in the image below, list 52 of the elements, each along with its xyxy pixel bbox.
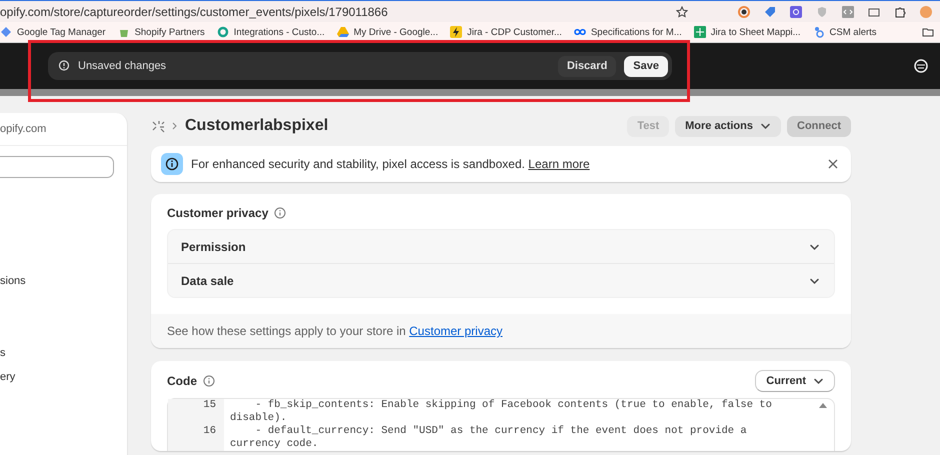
code-editor[interactable]: 15 - fb_skip_contents: Enable skipping of Facebook contents (true to enable, false to disable). 16 - default_currency: Send "USD" as the currency if the event does not provide a currency code. — [167, 398, 835, 451]
bookmark-link[interactable]: Integrations - Custo... — [216, 26, 325, 38]
spreadsheet-icon — [694, 26, 706, 38]
ring-icon — [216, 26, 229, 38]
infinity-icon — [574, 26, 586, 38]
settings-note: See how these settings apply to your store in Customer privacy — [151, 314, 851, 348]
search-field[interactable] — [0, 156, 114, 178]
version-select[interactable]: Current — [755, 370, 835, 392]
discard-button[interactable]: Discard — [558, 56, 616, 76]
puzzle-icon[interactable] — [894, 6, 906, 18]
bookmark-link[interactable]: My Drive - Google... — [336, 26, 438, 38]
code-line: - fb_skip_contents: Enable skipping of Facebook contents (true to enable, false to disable). — [229, 399, 773, 425]
bookmark-link[interactable]: CSM alerts — [812, 26, 877, 38]
diamond-icon — [0, 26, 12, 38]
bookmark-link[interactable]: Jira - CDP Customer... — [450, 26, 562, 38]
card-title: Customer privacy — [167, 206, 268, 220]
bookmark-star-icon[interactable] — [676, 6, 688, 18]
tag-icon[interactable] — [764, 6, 776, 18]
banner-message: For enhanced security and stability, pixel access is sandboxed. Learn more — [191, 157, 591, 171]
pixel-sparkle-icon — [151, 119, 165, 133]
window-icon[interactable] — [868, 6, 880, 18]
learn-more-link[interactable]: Learn more — [528, 157, 590, 171]
bookmark-link[interactable]: Google Tag Manager — [0, 26, 106, 38]
code-line: - default_currency: Send "USD" as the currency if the event does not provide a currency code. — [229, 425, 748, 451]
triangle-icon — [336, 26, 349, 38]
scroll-up-icon[interactable] — [818, 401, 828, 409]
store-domain: opify.com — [0, 123, 46, 135]
info-icon — [203, 375, 215, 387]
folder-icon[interactable] — [922, 26, 934, 38]
line-number: 15 — [168, 399, 224, 425]
save-button[interactable]: Save — [624, 56, 668, 76]
info-icon — [161, 153, 183, 175]
bookmark-link[interactable]: Shopify Partners — [118, 26, 205, 38]
card-title: Code — [167, 374, 197, 388]
sidebar-item[interactable]: ery — [0, 365, 127, 389]
breadcrumb-chevron-icon — [171, 121, 179, 131]
accordion-row[interactable]: Data sale — [168, 263, 834, 297]
line-number: 16 — [168, 425, 224, 451]
bookmark-link[interactable]: Specifications for M... — [574, 26, 682, 38]
unsaved-message: Unsaved changes — [78, 60, 168, 72]
info-icon — [274, 207, 286, 219]
customer-privacy-link[interactable]: Customer privacy — [409, 324, 502, 338]
code-icon[interactable] — [842, 6, 854, 18]
accordion-row[interactable]: Permission — [168, 230, 834, 263]
more-actions-button[interactable]: More actions — [675, 116, 781, 136]
alert-icon — [58, 60, 70, 72]
sidebar-item[interactable]: s — [0, 341, 127, 365]
page-title: Customerlabspixel — [185, 117, 328, 135]
close-icon[interactable] — [827, 158, 839, 170]
sidebar-item[interactable]: sions — [0, 269, 127, 293]
lightning-icon — [450, 26, 462, 38]
bookmark-link[interactable]: Jira to Sheet Mappi... — [694, 26, 801, 38]
